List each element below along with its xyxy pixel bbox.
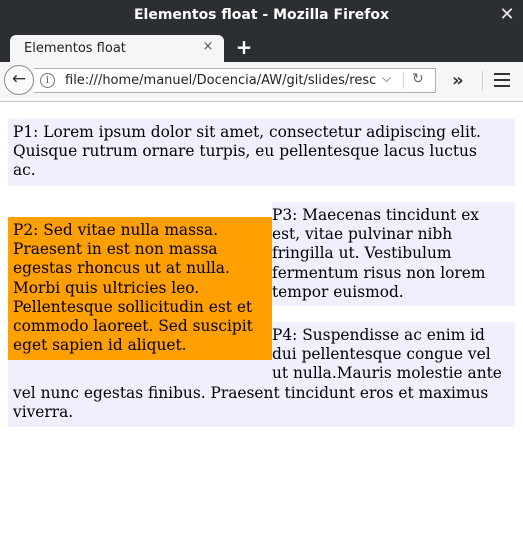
navigation-toolbar: ← i file:///home/manuel/Docencia/AW/git/… xyxy=(0,62,523,102)
p3-line: tempor euismod. xyxy=(272,282,404,301)
p3-line: fermentum risus non lorem xyxy=(272,263,486,282)
p2-line: Pellentesque sollicitudin est et xyxy=(13,297,253,316)
p2-line: Morbi quis ultricies leo. xyxy=(13,278,200,297)
p1-line: P1: Lorem ipsum dolor sit amet, consecte… xyxy=(13,123,481,141)
reload-icon[interactable]: ↻ xyxy=(412,71,424,87)
p3-line: P3: Maecenas tincidunt ex xyxy=(272,206,479,224)
p4-line: P4: Suspendisse ac enim id xyxy=(272,326,485,344)
back-arrow-icon[interactable]: ← xyxy=(4,65,34,95)
new-tab-button[interactable]: + xyxy=(232,35,256,59)
overflow-icon[interactable]: » xyxy=(452,70,464,91)
p4-line: ut nulla.Mauris molestie ante xyxy=(272,364,502,383)
hamburger-menu-icon[interactable] xyxy=(494,73,510,87)
url-input[interactable]: file:///home/manuel/Docencia/AW/git/slid… xyxy=(65,73,383,88)
p3-line: est, vitae pulvinar nibh xyxy=(272,225,453,244)
p3-line: fringilla ut. Vestibulum xyxy=(272,244,452,263)
p4-line: viverra. xyxy=(13,403,74,422)
window-title: Elementos float - Mozilla Firefox xyxy=(133,7,390,23)
url-bar[interactable]: i file:///home/manuel/Docencia/AW/git/sl… xyxy=(34,68,436,93)
p1-line: ac. xyxy=(13,161,36,180)
p2-line: egestas rhoncus ut at nulla. xyxy=(13,259,230,278)
info-icon[interactable]: i xyxy=(40,73,55,88)
p4-wrapped-text: P4: Suspendisse ac enim id dui pellentes… xyxy=(272,326,515,384)
tab-strip: Elementos float × + xyxy=(0,32,523,62)
tab-elementos-float[interactable]: Elementos float × xyxy=(10,35,224,62)
window-titlebar: Elementos float - Mozilla Firefox ✕ xyxy=(0,0,523,32)
paragraph-p2-floated: P2: Sed vitae nulla massa. Praesent in e… xyxy=(8,217,272,360)
tab-label: Elementos float xyxy=(24,41,126,56)
p2-line: eget sapien id aliquet. xyxy=(13,336,187,355)
p1-line: Quisque rutrum ornare turpis, eu pellent… xyxy=(13,142,477,161)
url-separator xyxy=(403,72,404,89)
p2-line: commodo laoreet. Sed suscipit xyxy=(13,317,253,336)
page-content: P1: Lorem ipsum dolor sit amet, consecte… xyxy=(0,102,523,548)
p4-line: vel nunc egestas finibus. Praesent tinci… xyxy=(13,384,489,402)
p4-full-width-text: vel nunc egestas finibus. Praesent tinci… xyxy=(13,384,513,422)
dropdown-icon[interactable]: ⌵ xyxy=(382,71,391,86)
tab-close-icon[interactable]: × xyxy=(200,39,216,54)
toolbar-separator xyxy=(482,71,483,91)
window-close-icon[interactable]: ✕ xyxy=(497,4,517,26)
paragraph-p3: P3: Maecenas tincidunt ex est, vitae pul… xyxy=(272,202,515,306)
p2-line: Praesent in est non massa xyxy=(13,240,218,259)
p2-line: P2: Sed vitae nulla massa. xyxy=(13,221,218,239)
p4-line: dui pellentesque congue vel xyxy=(272,345,491,364)
paragraph-p1: P1: Lorem ipsum dolor sit amet, consecte… xyxy=(8,119,515,186)
